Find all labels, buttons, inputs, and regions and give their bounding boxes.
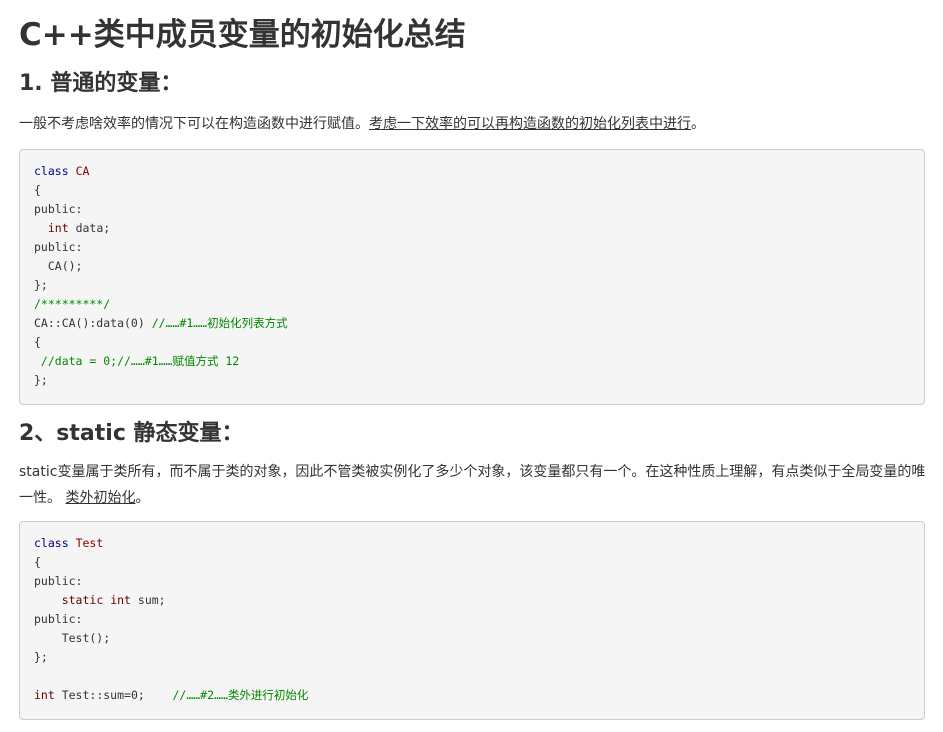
code-block-2: class Test { public: static int sum; public… (19, 521, 925, 720)
code-line: int data; (47, 221, 111, 235)
section2-text: static变量属于类所有，而不属于类的对象，因此不管类被实例化了多少个对象，该… (19, 464, 926, 506)
section2-underlined-text: 类外初始化 (65, 490, 136, 506)
section-heading-normal-variables: 1. 普通的变量： (19, 71, 183, 96)
code-line: public: (34, 202, 83, 216)
section1-text: 一般不考虑啥效率的情况下可以在构造函数中进行赋值。 (19, 116, 369, 132)
section-heading-static-variables: 2、static 静态变量： (19, 421, 244, 446)
code-line: }; (34, 278, 48, 292)
code-line: //data = 0;//……#1……赋值方式 12 (34, 354, 240, 368)
code-line: { (34, 335, 41, 349)
code-line: CA::CA():data(0) //……#1……初始化列表方式 (34, 316, 288, 330)
code-line: public: (34, 240, 83, 254)
code-line: { (34, 555, 41, 569)
code-line: { (34, 183, 41, 197)
code-line: CA(); (34, 259, 83, 273)
section1-paragraph: 一般不考虑啥效率的情况下可以在构造函数中进行赋值。考虑一下效率的可以再构造函数的… (19, 111, 937, 137)
code-line: }; (34, 373, 48, 387)
article: C++类中成员变量的初始化总结 1. 普通的变量： 一般不考虑啥效率的情况下可以… (0, 0, 943, 720)
code-line: int Test::sum=0; //……#2……类外进行初始化 (34, 688, 309, 702)
code-line: /*********/ (34, 297, 111, 311)
section1-underlined-text: 考虑一下效率的可以再构造函数的初始化列表中进行 (369, 116, 691, 132)
section1-text-end: 。 (691, 116, 705, 132)
code-line: class CA (34, 164, 90, 178)
section2-paragraph: static变量属于类所有，而不属于类的对象，因此不管类被实例化了多少个对象，该… (19, 459, 937, 511)
section2-text-end: 。 (135, 490, 150, 506)
code-line: class Test (34, 536, 104, 550)
code-line: public: (34, 574, 83, 588)
code-line: }; (34, 650, 48, 664)
code-line: public: (34, 612, 83, 626)
code-line: Test(); (34, 631, 111, 645)
code-block-1: class CA { public: int data; public: CA();}… (19, 149, 925, 405)
page-title: C++类中成员变量的初始化总结 (19, 17, 466, 53)
code-line: static int sum; (61, 593, 166, 607)
